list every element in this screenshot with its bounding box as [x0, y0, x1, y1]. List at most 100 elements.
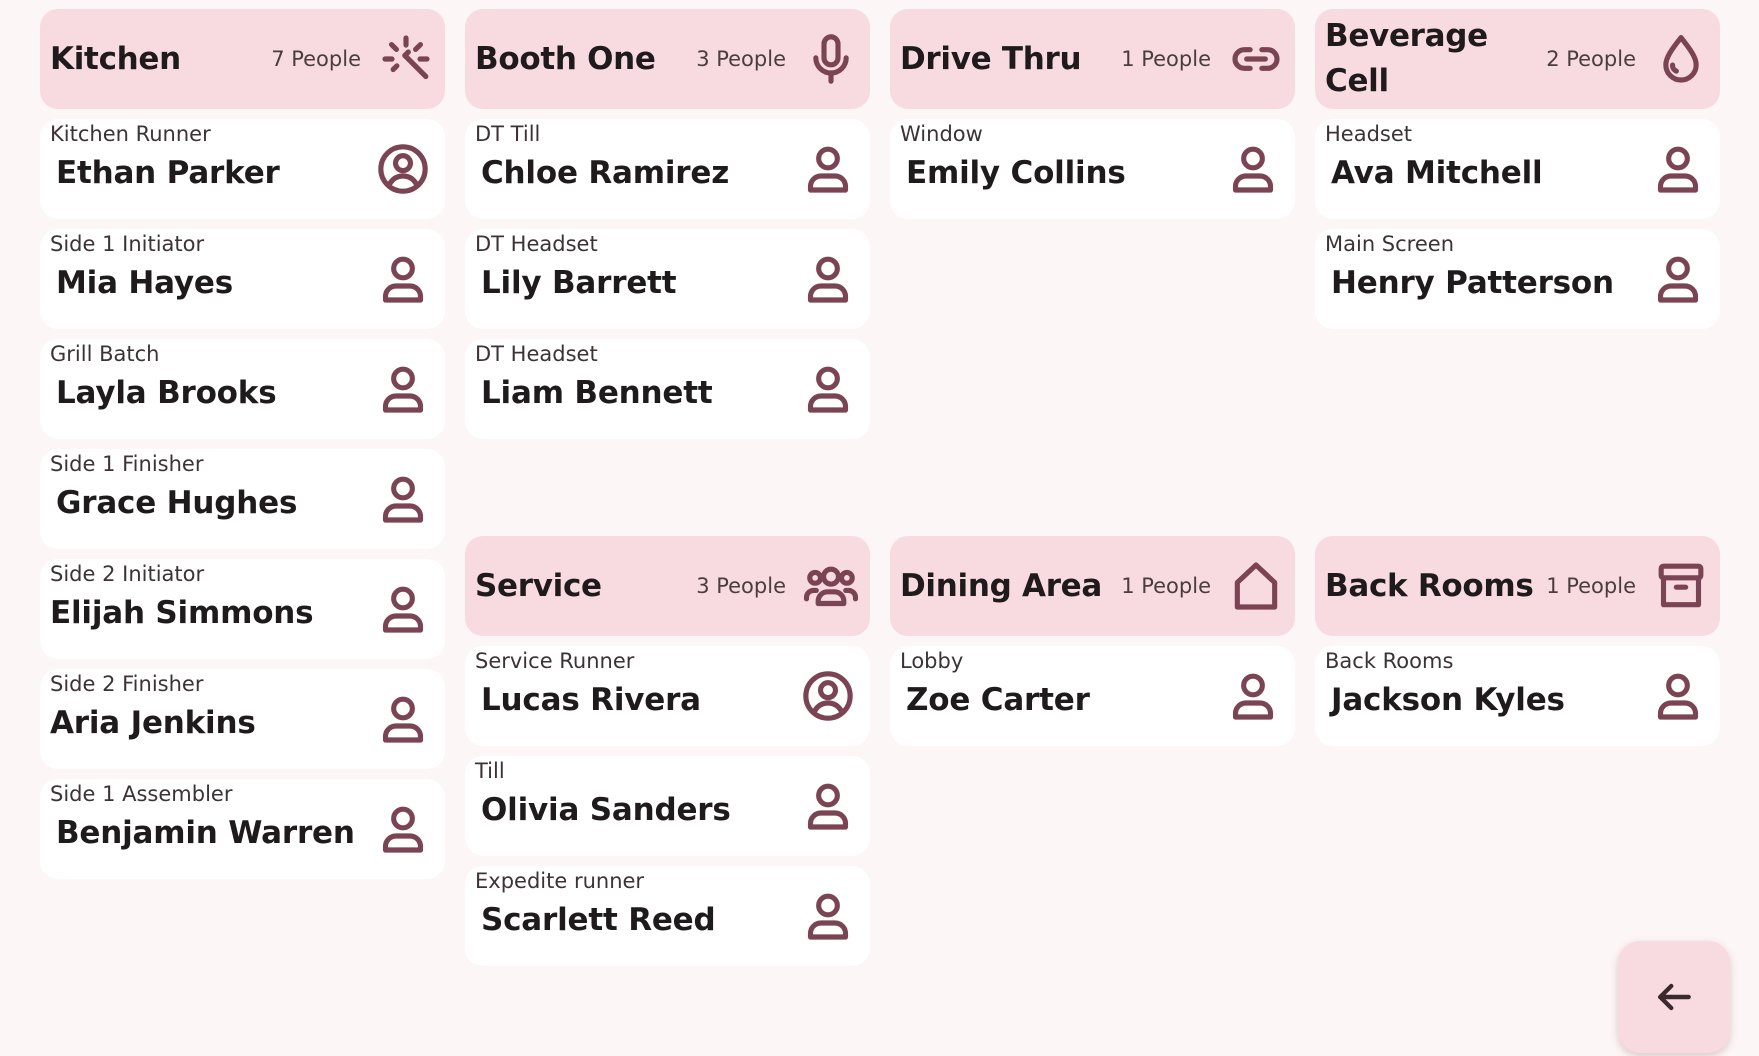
user-icon [800, 361, 856, 417]
person-name: Mia Hayes [56, 265, 233, 301]
person-card[interactable]: DT Headset Liam Bennett [465, 339, 870, 439]
person-name: Lily Barrett [481, 265, 677, 301]
section-count: 3 People [696, 47, 786, 71]
person-role: Side 1 Finisher [50, 452, 204, 476]
user-icon [1650, 251, 1706, 307]
person-card[interactable]: Side 1 Assembler Benjamin Warren [40, 779, 445, 879]
person-name: Emily Collins [906, 155, 1126, 191]
person-card[interactable]: DT Till Chloe Ramirez [465, 119, 870, 219]
person-role: Till [475, 759, 505, 783]
user-icon [1650, 141, 1706, 197]
person-role: Service Runner [475, 649, 635, 673]
person-role: Side 1 Assembler [50, 782, 233, 806]
person-card[interactable]: Side 2 Initiator Elijah Simmons [40, 559, 445, 659]
user-circle-icon [800, 668, 856, 724]
person-role: Expedite runner [475, 869, 645, 893]
person-role: Main Screen [1325, 232, 1455, 256]
section-title: Kitchen [50, 40, 181, 77]
person-card[interactable]: Grill Batch Layla Brooks [40, 339, 445, 439]
user-icon [800, 251, 856, 307]
section-title: Booth One [475, 40, 656, 77]
section-title: Back Rooms [1325, 567, 1534, 604]
section-header-booth-one[interactable]: Booth One 3 People [465, 9, 870, 109]
user-icon [375, 251, 431, 307]
droplet-icon [1652, 30, 1710, 88]
microphone-icon [802, 30, 860, 88]
person-name: Scarlett Reed [481, 902, 716, 938]
person-role: Side 2 Initiator [50, 562, 205, 586]
person-role: DT Till [475, 122, 541, 146]
section-title: Beverage Cell [1325, 18, 1488, 99]
user-icon [800, 888, 856, 944]
person-card[interactable]: Side 2 Finisher Aria Jenkins [40, 669, 445, 769]
person-card[interactable]: Expedite runner Scarlett Reed [465, 866, 870, 966]
person-name: Aria Jenkins [50, 705, 256, 741]
person-role: DT Headset [475, 342, 598, 366]
person-role: Side 1 Initiator [50, 232, 205, 256]
person-card[interactable]: Back Rooms Jackson Kyles [1315, 646, 1720, 746]
section-drive-thru: Drive Thru 1 People Window Emily Collins [890, 9, 1295, 229]
arrow-left-icon [1652, 975, 1696, 1019]
person-card[interactable]: Side 1 Initiator Mia Hayes [40, 229, 445, 329]
person-name: Liam Bennett [481, 375, 713, 411]
section-header-dining-area[interactable]: Dining Area 1 People [890, 536, 1295, 636]
person-name: Benjamin Warren [56, 815, 355, 851]
person-role: Lobby [900, 649, 964, 673]
person-role: DT Headset [475, 232, 598, 256]
back-button[interactable] [1618, 941, 1730, 1053]
person-card[interactable]: Lobby Zoe Carter [890, 646, 1295, 746]
user-circle-icon [375, 141, 431, 197]
section-count: 7 People [271, 47, 361, 71]
section-count: 1 People [1121, 47, 1211, 71]
archive-box-icon [1652, 557, 1710, 615]
person-name: Layla Brooks [56, 375, 277, 411]
section-title: Service [475, 567, 602, 604]
person-card[interactable]: Service Runner Lucas Rivera [465, 646, 870, 746]
magic-wand-icon [377, 30, 435, 88]
person-name: Grace Hughes [56, 485, 298, 521]
section-header-kitchen[interactable]: Kitchen 7 People [40, 9, 445, 109]
section-back-rooms: Back Rooms 1 People Back Rooms Jackson K… [1315, 536, 1720, 756]
section-beverage-cell: Beverage Cell 2 People Headset Ava Mitch… [1315, 9, 1720, 339]
user-icon [375, 361, 431, 417]
person-card[interactable]: Window Emily Collins [890, 119, 1295, 219]
user-icon [375, 471, 431, 527]
section-header-service[interactable]: Service 3 People [465, 536, 870, 636]
person-role: Grill Batch [50, 342, 160, 366]
users-group-icon [802, 557, 860, 615]
person-name: Olivia Sanders [481, 792, 731, 828]
section-booth-one: Booth One 3 People DT Till Chloe Ramirez… [465, 9, 870, 449]
section-service: Service 3 People Service Runner Lucas Ri… [465, 536, 870, 976]
person-name: Zoe Carter [906, 682, 1090, 718]
user-icon [375, 801, 431, 857]
user-icon [1225, 668, 1281, 724]
person-name: Chloe Ramirez [481, 155, 730, 191]
section-header-back-rooms[interactable]: Back Rooms 1 People [1315, 536, 1720, 636]
person-card[interactable]: Main Screen Henry Patterson [1315, 229, 1720, 329]
person-role: Window [900, 122, 983, 146]
section-count: 1 People [1546, 574, 1636, 598]
user-icon [375, 581, 431, 637]
person-name: Jackson Kyles [1331, 682, 1565, 718]
person-role: Back Rooms [1325, 649, 1454, 673]
person-name: Ava Mitchell [1331, 155, 1543, 191]
section-title: Dining Area [900, 567, 1103, 604]
person-name: Ethan Parker [56, 155, 280, 191]
section-count: 1 People [1121, 574, 1211, 598]
person-card[interactable]: Headset Ava Mitchell [1315, 119, 1720, 219]
person-card[interactable]: Side 1 Finisher Grace Hughes [40, 449, 445, 549]
section-header-beverage-cell[interactable]: Beverage Cell 2 People [1315, 9, 1720, 109]
person-role: Side 2 Finisher [50, 672, 204, 696]
person-name: Henry Patterson [1331, 265, 1614, 301]
user-icon [1225, 141, 1281, 197]
person-card[interactable]: Kitchen Runner Ethan Parker [40, 119, 445, 219]
person-card[interactable]: Till Olivia Sanders [465, 756, 870, 856]
section-title: Drive Thru [900, 40, 1082, 77]
user-icon [375, 691, 431, 747]
person-role: Headset [1325, 122, 1413, 146]
section-header-drive-thru[interactable]: Drive Thru 1 People [890, 9, 1295, 109]
person-name: Lucas Rivera [481, 682, 701, 718]
section-dining-area: Dining Area 1 People Lobby Zoe Carter [890, 536, 1295, 756]
person-card[interactable]: DT Headset Lily Barrett [465, 229, 870, 329]
link-icon [1227, 30, 1285, 88]
